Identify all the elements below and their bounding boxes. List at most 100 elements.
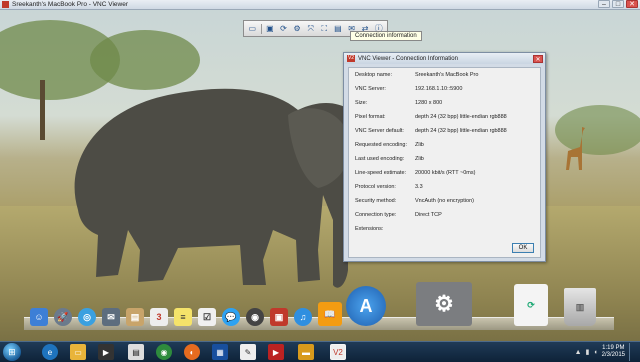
settings-icon[interactable]: ⚙	[291, 23, 304, 35]
mac-dock: ☺ 🚀 ◎ ✉ ▤ 3 ≡ ☑ 💬 ◉ ▣ ♫ 📖 A ⚙ ⟳ ▥	[24, 282, 614, 330]
info-value: VncAuth (no encryption)	[415, 198, 475, 204]
info-row-desktop-name: Desktop name: Sreekanth's MacBook Pro	[355, 71, 540, 80]
info-value: Zlib	[415, 142, 424, 148]
info-row-last-used-encoding: Last used encoding: Zlib	[355, 155, 540, 164]
firefox-icon[interactable]: ◐	[184, 344, 200, 360]
info-label: Line-speed estimate:	[355, 170, 407, 176]
info-value: 192.168.1.10::5900	[415, 86, 463, 92]
info-row-vnc-server: VNC Server: 192.168.1.10::5900	[355, 85, 540, 94]
virtualbox-icon[interactable]: ▦	[212, 344, 228, 360]
clock-time: 1:19 PM	[602, 345, 625, 351]
folder-icon[interactable]: ▬	[298, 344, 314, 360]
terminal-icon[interactable]: ▶	[98, 344, 114, 360]
info-label: VNC Server:	[355, 86, 386, 92]
ok-button[interactable]: OK	[512, 243, 534, 253]
refresh-icon[interactable]: ⟳	[277, 23, 290, 35]
info-label: Last used encoding:	[355, 156, 405, 162]
file-explorer-icon[interactable]: ▭	[70, 344, 86, 360]
media-player-icon[interactable]: ▶	[268, 344, 284, 360]
info-row-size: Size: 1280 x 800	[355, 99, 540, 108]
info-row-pixel-format: Pixel format: depth 24 (32 bpp) little-e…	[355, 113, 540, 122]
itunes-icon[interactable]: ♫	[294, 308, 312, 326]
dialog-close-button[interactable]: ✕	[533, 54, 543, 63]
scale-icon[interactable]: ⤧	[304, 23, 317, 35]
calendar-icon[interactable]: 3	[150, 308, 168, 326]
notes-icon[interactable]: ≡	[174, 308, 192, 326]
info-label: Protocol version:	[355, 184, 396, 190]
document-stack-icon[interactable]: ⟳	[514, 284, 548, 326]
windows-start-button[interactable]: ⊞	[3, 343, 21, 361]
remote-desktop[interactable]: ▭ ▣ ⟳ ⚙ ⤧ ⛶ ▤ ✉ ⇄ ⓘ Connection informati…	[0, 10, 640, 341]
paint-icon[interactable]: ✎	[240, 344, 256, 360]
info-row-protocol-version: Protocol version: 3.3	[355, 183, 540, 192]
contacts-icon[interactable]: ▤	[126, 308, 144, 326]
dialog-titlebar[interactable]: V2 VNC Viewer - Connection Information ✕	[344, 53, 545, 64]
messages-icon[interactable]: 💬	[222, 308, 240, 326]
internet-explorer-icon[interactable]: e	[42, 344, 58, 360]
tray-arrow-icon[interactable]: ▲	[575, 349, 582, 356]
maximize-button[interactable]: □	[612, 0, 624, 8]
dialog-body: Desktop name: Sreekanth's MacBook Pro VN…	[348, 67, 541, 258]
info-row-line-speed: Line-speed estimate: 20000 kbit/s (RTT ~…	[355, 169, 540, 178]
launchpad-icon[interactable]: 🚀	[54, 308, 72, 326]
info-label: Extensions:	[355, 226, 384, 232]
safari-icon[interactable]: ◎	[78, 308, 96, 326]
vnc-app-icon	[2, 1, 9, 8]
toolbar-tooltip: Connection information	[350, 31, 422, 41]
wallpaper-elephant	[74, 88, 365, 288]
fullscreen-icon[interactable]: ⛶	[318, 23, 331, 35]
vnc-viewer-taskbar-icon[interactable]: V2	[330, 344, 346, 360]
notepad-icon[interactable]: ▤	[128, 344, 144, 360]
finder-icon[interactable]: ☺	[30, 308, 48, 326]
clock-date: 2/3/2015	[601, 352, 625, 358]
info-row-connection-type: Connection type: Direct TCP	[355, 211, 540, 220]
chrome-icon[interactable]: ◉	[156, 344, 172, 360]
info-value: 20000 kbit/s (RTT ~0ms)	[415, 170, 476, 176]
dialog-vnc-icon: V2	[347, 55, 355, 62]
tray-volume-icon[interactable]: ◖	[593, 349, 597, 356]
options-monitor-icon[interactable]: ▭	[246, 23, 259, 35]
system-tray: ▲ ▮ ◖ 1:19 PM 2/3/2015	[575, 342, 636, 362]
photo-booth-icon[interactable]: ▣	[270, 308, 288, 326]
window-title: Sreekanth's MacBook Pro - VNC Viewer	[12, 1, 129, 8]
app-store-icon[interactable]: A	[346, 286, 386, 326]
info-row-requested-encoding: Requested encoding: Zlib	[355, 141, 540, 150]
toolbar-separator	[260, 23, 262, 34]
info-label: VNC Server default:	[355, 128, 404, 134]
taskbar-clock[interactable]: 1:19 PM 2/3/2015	[602, 345, 625, 359]
mail-icon[interactable]: ✉	[102, 308, 120, 326]
info-row-security-method: Security method: VncAuth (no encryption)	[355, 197, 540, 206]
info-value: Zlib	[415, 156, 424, 162]
facetime-icon[interactable]: ◉	[246, 308, 264, 326]
info-value: 3.3	[415, 184, 423, 190]
info-value: Sreekanth's MacBook Pro	[415, 72, 479, 78]
info-value: Direct TCP	[415, 212, 442, 218]
ctrl-alt-del-icon[interactable]: ▤	[332, 23, 345, 35]
save-icon[interactable]: ▣	[264, 23, 277, 35]
wallpaper-giraffe	[566, 127, 585, 170]
dialog-title: VNC Viewer - Connection Information	[358, 55, 458, 62]
windows-taskbar: ⊞ e ▭ ▶ ▤ ◉ ◐ ▦ ✎ ▶ ▬ V2 ▲ ▮ ◖ 1:19 PM 2…	[0, 341, 640, 362]
show-desktop-button[interactable]	[629, 343, 636, 361]
vnc-window-titlebar[interactable]: Sreekanth's MacBook Pro - VNC Viewer – □…	[0, 0, 640, 10]
info-label: Requested encoding:	[355, 142, 407, 148]
info-value: depth 24 (32 bpp) little-endian rgb888	[415, 114, 507, 120]
info-label: Pixel format:	[355, 114, 386, 120]
info-value: depth 24 (32 bpp) little-endian rgb888	[415, 128, 507, 134]
info-label: Security method:	[355, 198, 397, 204]
window-controls: – □ ✕	[598, 0, 638, 9]
connection-info-dialog: V2 VNC Viewer - Connection Information ✕…	[343, 52, 546, 262]
info-row-extensions: Extensions:	[355, 225, 540, 234]
system-preferences-icon[interactable]: ⚙	[416, 282, 472, 326]
info-label: Size:	[355, 100, 368, 106]
info-row-server-default: VNC Server default: depth 24 (32 bpp) li…	[355, 127, 540, 136]
info-value: 1280 x 800	[415, 100, 443, 106]
ibooks-icon[interactable]: 📖	[318, 302, 342, 326]
tray-network-icon[interactable]: ▮	[586, 348, 590, 356]
close-button[interactable]: ✕	[626, 0, 638, 8]
trash-icon[interactable]: ▥	[564, 288, 596, 326]
minimize-button[interactable]: –	[598, 0, 610, 8]
reminders-icon[interactable]: ☑	[198, 308, 216, 326]
info-label: Connection type:	[355, 212, 397, 218]
info-label: Desktop name:	[355, 72, 392, 78]
